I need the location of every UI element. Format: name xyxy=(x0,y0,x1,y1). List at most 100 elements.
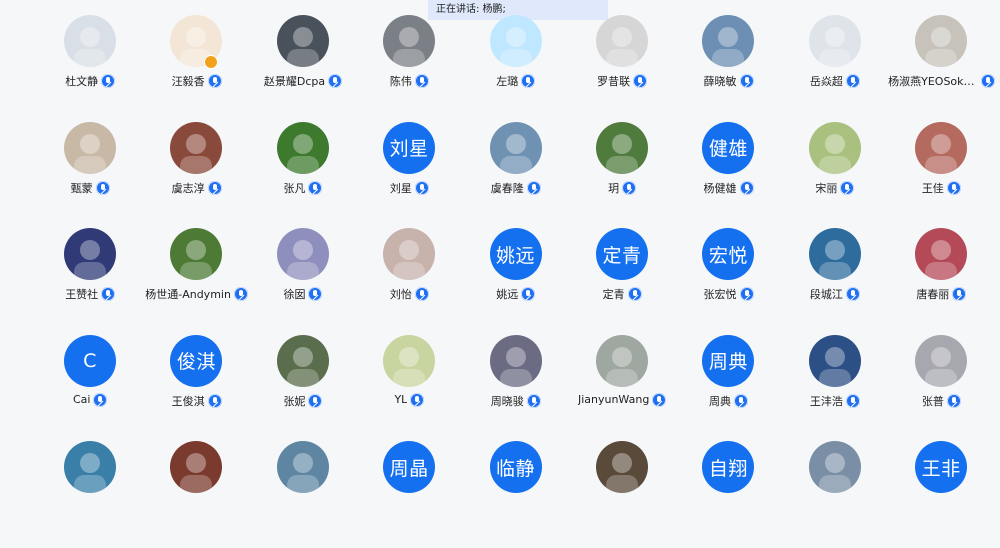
microphone-icon[interactable] xyxy=(633,74,648,88)
participant-avatar[interactable]: C xyxy=(64,334,116,387)
participant-tile[interactable]: 宏悦 张宏悦 xyxy=(675,228,781,335)
microphone-icon[interactable] xyxy=(328,74,343,88)
participant-avatar[interactable] xyxy=(489,15,542,67)
microphone-icon[interactable] xyxy=(101,287,116,301)
participant-tile[interactable]: 健雄 杨健雄 xyxy=(675,121,781,229)
participant-tile[interactable]: 周晶 xyxy=(356,441,462,548)
microphone-icon[interactable] xyxy=(521,74,536,88)
participant-avatar[interactable]: 王非 xyxy=(915,441,968,493)
participant-avatar[interactable] xyxy=(64,121,116,174)
participant-avatar[interactable]: 定青 xyxy=(595,228,648,280)
participant-avatar[interactable] xyxy=(489,334,542,387)
participant-avatar[interactable] xyxy=(276,441,329,493)
microphone-icon[interactable] xyxy=(734,393,749,408)
participant-tile[interactable]: 甄蒙 xyxy=(37,121,143,229)
participant-tile[interactable]: 岳焱超 xyxy=(782,15,888,122)
microphone-icon[interactable] xyxy=(526,393,541,408)
participant-tile[interactable]: 王佳 xyxy=(888,121,994,229)
participant-avatar[interactable] xyxy=(595,441,648,493)
participant-avatar[interactable]: 周典 xyxy=(702,334,755,387)
microphone-icon[interactable] xyxy=(207,74,222,88)
microphone-icon[interactable] xyxy=(946,180,961,195)
participant-avatar[interactable]: 刘星 xyxy=(383,121,436,174)
participant-tile[interactable]: JianyunWang xyxy=(569,334,675,442)
participant-tile[interactable] xyxy=(37,441,143,548)
microphone-icon[interactable] xyxy=(845,393,860,408)
participant-tile[interactable]: 张妮 xyxy=(250,334,356,442)
participant-tile[interactable]: 徐囡 xyxy=(250,228,356,335)
participant-avatar[interactable]: 健雄 xyxy=(702,121,755,174)
participant-tile[interactable] xyxy=(143,441,249,548)
participant-avatar[interactable] xyxy=(170,121,223,174)
participant-avatar[interactable]: 自翔 xyxy=(702,441,755,493)
microphone-icon[interactable] xyxy=(93,392,108,407)
participant-tile[interactable]: 俊淇 王俊淇 xyxy=(143,334,249,442)
microphone-icon[interactable] xyxy=(946,393,961,408)
participant-tile[interactable] xyxy=(250,441,356,548)
participant-tile[interactable]: 罗昔联 xyxy=(569,15,675,122)
participant-tile[interactable] xyxy=(782,441,888,548)
participant-tile[interactable]: 刘星 刘星 xyxy=(356,121,462,229)
participant-tile[interactable] xyxy=(569,441,675,548)
participant-avatar[interactable] xyxy=(276,15,329,67)
participant-tile[interactable]: 定青 定青 xyxy=(569,228,675,335)
microphone-icon[interactable] xyxy=(739,287,754,301)
participant-avatar[interactable]: 宏悦 xyxy=(702,228,755,280)
participant-avatar[interactable] xyxy=(595,121,648,174)
microphone-icon[interactable] xyxy=(739,180,754,195)
participant-avatar[interactable] xyxy=(915,228,968,280)
participant-tile[interactable]: 杜文静 xyxy=(37,15,143,122)
participant-avatar[interactable]: 姚远 xyxy=(489,228,542,280)
participant-avatar[interactable] xyxy=(595,15,648,67)
participant-avatar[interactable] xyxy=(915,15,968,67)
participant-tile[interactable]: 临静 xyxy=(463,441,569,548)
participant-tile[interactable]: 杨淑燕YEOSokY... xyxy=(888,15,995,122)
microphone-icon[interactable] xyxy=(207,393,222,408)
microphone-icon[interactable] xyxy=(627,287,642,301)
participant-avatar[interactable] xyxy=(702,15,755,67)
participant-tile[interactable]: 姚远 姚远 xyxy=(463,228,569,335)
microphone-icon[interactable] xyxy=(308,393,323,408)
participant-avatar[interactable] xyxy=(383,15,436,67)
participant-tile[interactable]: 张凡 xyxy=(250,121,356,229)
participant-avatar[interactable] xyxy=(808,15,861,67)
participant-avatar[interactable] xyxy=(64,15,116,67)
participant-avatar[interactable] xyxy=(808,334,861,387)
participant-avatar[interactable] xyxy=(383,334,436,387)
microphone-icon[interactable] xyxy=(652,392,667,407)
microphone-icon[interactable] xyxy=(622,180,637,195)
participant-avatar[interactable] xyxy=(915,121,968,174)
microphone-icon[interactable] xyxy=(845,287,860,301)
microphone-icon[interactable] xyxy=(414,180,429,195)
participant-tile[interactable]: 玥 xyxy=(569,121,675,229)
participant-avatar[interactable] xyxy=(276,228,329,280)
microphone-icon[interactable] xyxy=(521,287,536,301)
participant-avatar[interactable] xyxy=(170,228,223,280)
microphone-icon[interactable] xyxy=(101,74,116,88)
participant-tile[interactable]: 张普 xyxy=(888,334,994,442)
microphone-icon[interactable] xyxy=(410,392,425,407)
participant-avatar[interactable]: 临静 xyxy=(489,441,542,493)
participant-tile[interactable]: 唐春丽 xyxy=(888,228,994,335)
microphone-icon[interactable] xyxy=(980,74,995,88)
participant-tile[interactable]: 薛晓敏 xyxy=(675,15,781,122)
microphone-icon[interactable] xyxy=(207,180,222,195)
participant-avatar[interactable] xyxy=(808,228,861,280)
microphone-icon[interactable] xyxy=(233,287,248,301)
participant-tile[interactable]: C Cai xyxy=(37,334,143,442)
participant-avatar[interactable] xyxy=(595,334,648,387)
microphone-icon[interactable] xyxy=(308,287,323,301)
participant-tile[interactable]: 汪毅香 xyxy=(143,15,249,122)
participant-avatar[interactable]: 俊淇 xyxy=(170,334,223,387)
microphone-icon[interactable] xyxy=(952,287,967,301)
participant-tile[interactable]: 王赞社 xyxy=(37,228,143,335)
participant-avatar[interactable] xyxy=(383,228,436,280)
participant-tile[interactable]: 宋丽 xyxy=(782,121,888,229)
participant-tile[interactable]: 虞春隆 xyxy=(463,121,569,229)
participant-avatar[interactable] xyxy=(276,334,329,387)
participant-tile[interactable]: 王非 xyxy=(888,441,994,548)
participant-avatar[interactable] xyxy=(170,441,223,493)
microphone-icon[interactable] xyxy=(414,74,429,88)
participant-avatar[interactable] xyxy=(489,121,542,174)
participant-avatar[interactable] xyxy=(276,121,329,174)
